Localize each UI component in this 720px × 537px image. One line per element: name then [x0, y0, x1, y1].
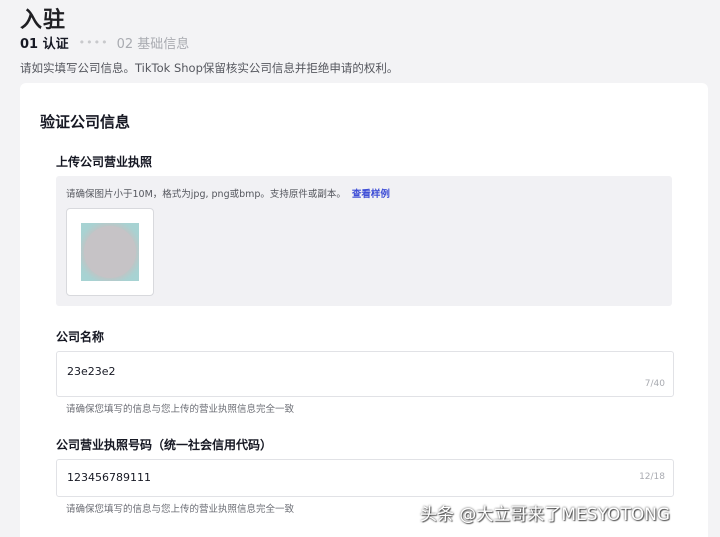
license-number-counter: 12/18: [639, 472, 665, 482]
company-name-label: 公司名称: [56, 330, 105, 344]
license-number-input[interactable]: 123456789111 12/18: [56, 459, 674, 497]
company-name-help: 请确保您填写的信息与您上传的营业执照信息完全一致: [66, 404, 295, 415]
onboarding-page: 入驻 01 认证 •••• 02 基础信息 请如实填写公司信息。TikTok S…: [0, 0, 720, 537]
license-upload-area: 请确保图片小于10M，格式为jpg, png或bmp。支持原件或副本。 查看样例: [56, 176, 672, 306]
verify-company-card: 验证公司信息 上传公司营业执照 请确保图片小于10M，格式为jpg, png或b…: [20, 83, 708, 537]
license-thumbnail[interactable]: [66, 208, 154, 296]
page-title: 入驻: [20, 8, 67, 33]
watermark: 头条 @大立哥来了MESYOTONG: [420, 505, 671, 525]
step-basic-info[interactable]: 02 基础信息: [117, 33, 190, 52]
step-connector: ••••: [78, 35, 109, 49]
notice-text: 请如实填写公司信息。TikTok Shop保留核实公司信息并拒绝申请的权利。: [20, 61, 399, 75]
company-name-value: 23e23e2: [67, 365, 116, 378]
card-title: 验证公司信息: [40, 113, 131, 131]
upload-hint-text: 请确保图片小于10M，格式为jpg, png或bmp。支持原件或副本。: [66, 189, 346, 200]
view-sample-link[interactable]: 查看样例: [352, 189, 390, 200]
license-number-help: 请确保您填写的信息与您上传的营业执照信息完全一致: [66, 504, 295, 515]
stepper: 01 认证 •••• 02 基础信息: [20, 33, 190, 52]
license-upload-label: 上传公司营业执照: [56, 155, 153, 169]
blurred-image-content: [84, 226, 136, 278]
company-name-input[interactable]: 23e23e2 7/40: [56, 351, 674, 397]
license-image: [81, 223, 139, 281]
step-verify[interactable]: 01 认证: [20, 33, 69, 52]
license-number-value: 123456789111: [67, 471, 151, 484]
company-name-counter: 7/40: [644, 379, 665, 389]
license-number-label: 公司营业执照号码（统一社会信用代码）: [56, 438, 273, 452]
upload-hint: 请确保图片小于10M，格式为jpg, png或bmp。支持原件或副本。 查看样例: [66, 186, 390, 200]
